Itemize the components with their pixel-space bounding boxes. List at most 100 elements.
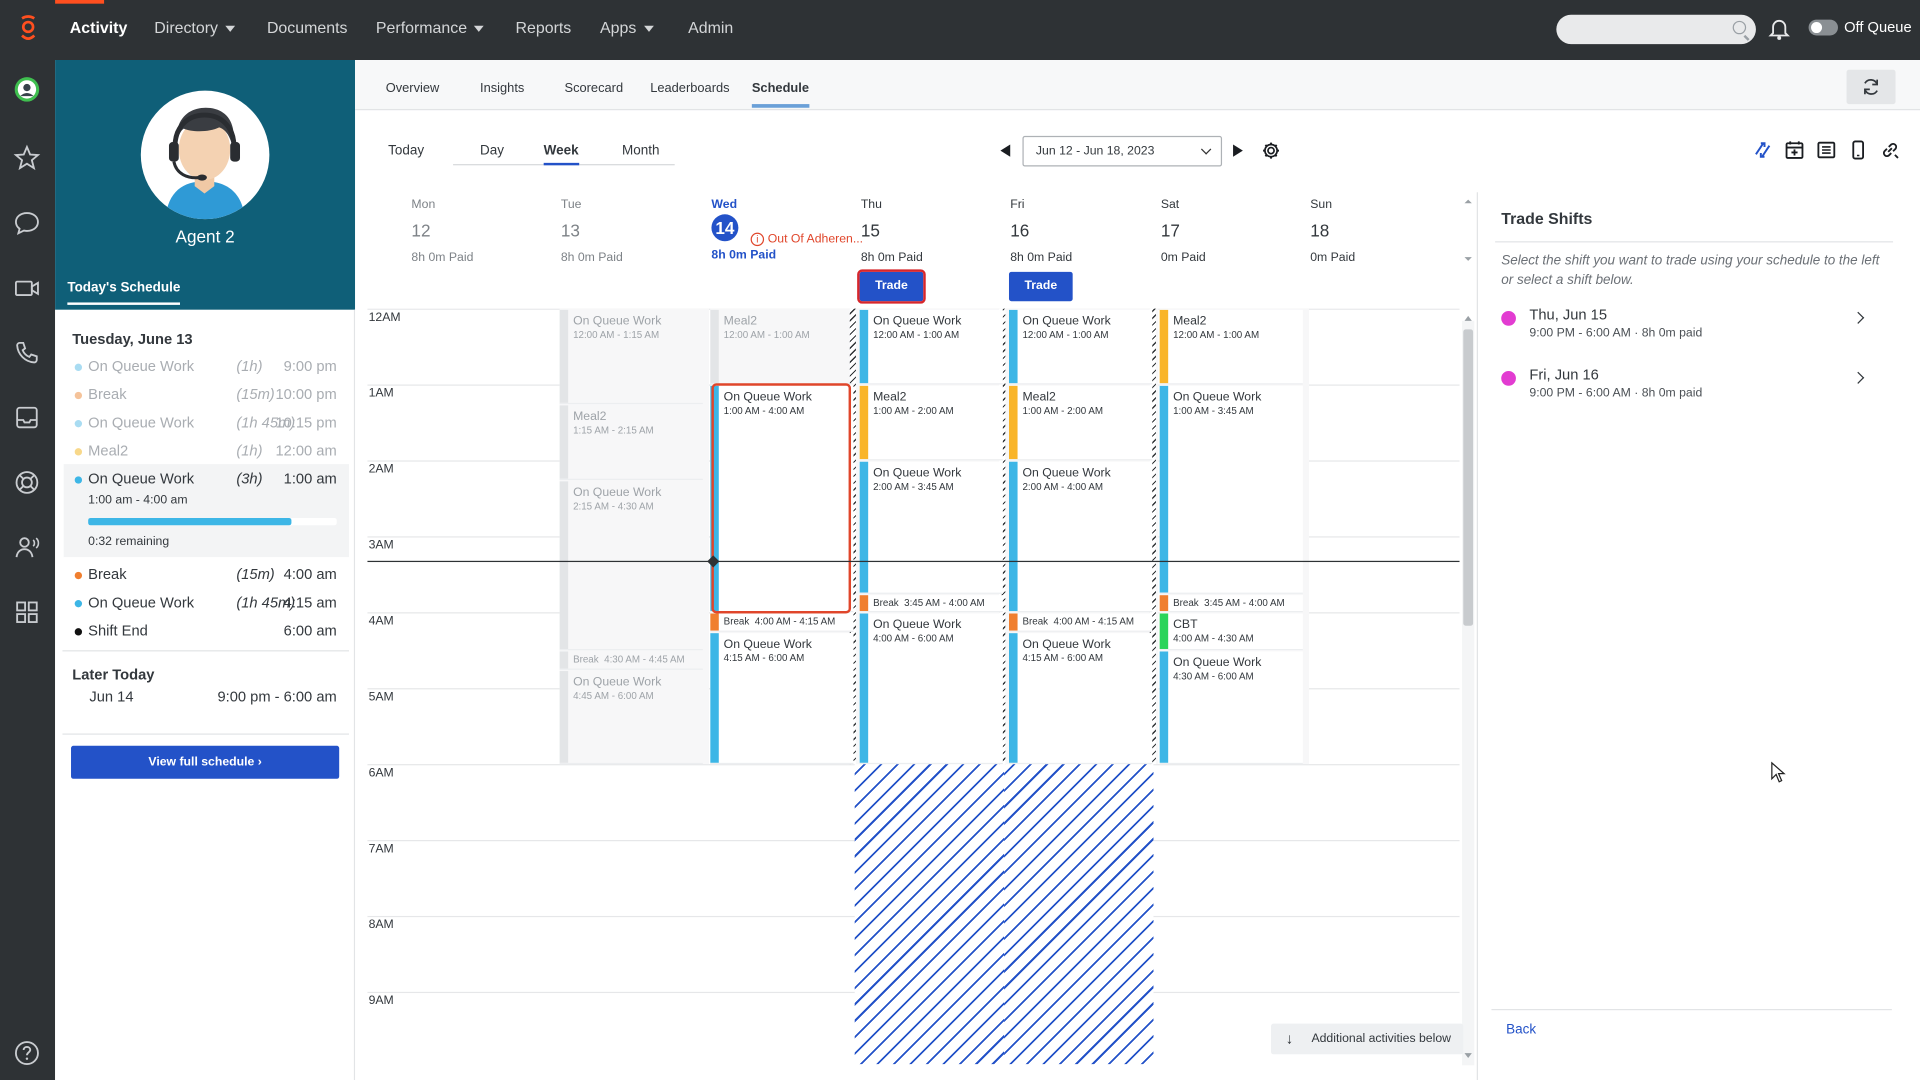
schedule-activity-block[interactable]: On Queue Work 4:30 AM - 6:00 AM [1159,651,1303,765]
schedule-activity-block[interactable]: On Queue Work 12:00 AM - 1:15 AM [559,309,703,404]
activity-name: On Queue Work [88,357,195,375]
activity-time: 12:00 AM - 1:00 AM [873,329,960,341]
activity-color-bar [1159,651,1169,763]
list-view-icon[interactable] [1816,140,1837,161]
schedule-activity-block[interactable]: On Queue Work 12:00 AM - 1:00 AM [859,309,1003,385]
nav-performance[interactable]: Performance [376,18,485,37]
day-header-fri[interactable]: Fri 16 8h 0m Paid [1010,198,1145,264]
genesys-logo-icon[interactable] [15,15,42,44]
schedule-activity-block[interactable]: Break 3:45 AM - 4:00 AM [859,594,1003,613]
schedule-activity-block[interactable]: Break 4:30 AM - 4:45 AM [559,651,703,670]
activity-name: On Queue Work [1173,656,1262,670]
trade-shift-option[interactable]: Thu, Jun 15 9:00 PM - 6:00 AM · 8h 0m pa… [1501,306,1881,353]
back-link[interactable]: Back [1506,1022,1536,1037]
activity-color-bar [1159,594,1169,612]
schedule-activity-block[interactable]: Break 4:00 AM - 4:15 AM [1008,613,1153,632]
mobile-icon[interactable] [1848,140,1869,161]
gear-icon[interactable] [1261,141,1281,161]
day-header-tue[interactable]: Tue 13 8h 0m Paid [561,198,696,264]
tab-scorecard[interactable]: Scorecard [564,81,623,96]
apps-grid-icon[interactable] [13,599,40,626]
activity-color-bar [859,613,869,763]
nav-admin[interactable]: Admin [688,18,733,36]
day-header-wed[interactable]: Wed 14 8h 0m Paid i Out Of Adheren... [711,198,863,262]
activity-time: 2:00 AM - 4:00 AM [1022,481,1104,493]
schedule-activity-block[interactable]: Meal2 1:00 AM - 2:00 AM [859,385,1003,461]
link-icon[interactable] [1880,140,1901,161]
inbox-icon[interactable] [13,404,40,431]
trade-shift-option[interactable]: Fri, Jun 16 9:00 PM - 6:00 AM · 8h 0m pa… [1501,366,1881,413]
refresh-button[interactable] [1846,69,1896,105]
trade-button-fri[interactable]: Trade [1008,271,1073,302]
queue-status-label: Off Queue [1844,18,1912,36]
day-header-thu[interactable]: Thu 15 8h 0m Paid [861,198,996,264]
trade-shift-icon[interactable] [1752,140,1773,161]
out-of-adherence-alert[interactable]: i Out Of Adheren... [750,232,863,247]
schedule-activity-block[interactable]: On Queue Work 4:00 AM - 6:00 AM [859,613,1003,765]
schedule-activity-block[interactable]: On Queue Work 2:00 AM - 3:45 AM [859,461,1003,594]
day-number: 17 [1160,220,1180,241]
day-header-sun[interactable]: Sun 18 0m Paid [1310,198,1445,264]
nav-reports[interactable]: Reports [516,18,572,36]
nav-activity[interactable]: Activity [70,18,128,36]
schedule-activity-block[interactable]: On Queue Work 2:15 AM - 4:30 AM [559,480,703,651]
next-week-arrow-icon[interactable] [1233,144,1243,157]
support-icon[interactable] [13,469,40,496]
tab-overview[interactable]: Overview [386,81,440,96]
contacts-icon[interactable] [13,534,40,561]
schedule-activity-block[interactable]: On Queue Work 4:45 AM - 6:00 AM [559,670,703,765]
bell-icon[interactable] [1768,16,1790,40]
hour-label: 7AM [368,842,394,856]
schedule-activity-block[interactable]: Meal2 1:15 AM - 2:15 AM [559,404,703,480]
nav-documents[interactable]: Documents [267,18,348,36]
tab-week[interactable]: Week [543,143,579,166]
schedule-activity-block[interactable]: On Queue Work 2:00 AM - 4:00 AM [1008,461,1153,613]
chat-bubble-icon[interactable] [13,209,40,236]
today-button[interactable]: Today [388,143,424,158]
video-icon[interactable] [13,274,40,301]
previous-week-arrow-icon[interactable] [1000,144,1011,157]
header-scroll-arrows-icon[interactable] [1463,197,1473,266]
hour-label: 9AM [368,994,394,1008]
queue-toggle[interactable] [1808,19,1838,36]
trade-button-thu[interactable]: Trade [857,269,926,304]
additional-activities-below-button[interactable]: ↓ Additional activities below [1271,1023,1464,1055]
schedule-activity-block[interactable]: On Queue Work 4:15 AM - 6:00 AM [710,632,854,765]
shift-time: 9:00 PM - 6:00 AM · 8h 0m paid [1529,326,1703,341]
global-search-input[interactable] [1556,14,1756,45]
activity-time: 1:15 AM - 2:15 AM [573,424,654,436]
scroll-down-arrow-icon[interactable] [1463,1052,1473,1059]
activity-time: 4:15 AM - 6:00 AM [723,652,805,664]
tab-schedule[interactable]: Schedule [751,81,810,108]
scrollbar-thumb[interactable] [1463,329,1474,626]
schedule-activity-block[interactable]: Meal2 12:00 AM - 1:00 AM [1159,309,1303,385]
schedule-activity-block[interactable]: Break 3:45 AM - 4:00 AM [1159,594,1303,613]
tab-insights[interactable]: Insights [480,81,524,96]
tab-month[interactable]: Month [622,143,659,158]
activity-time: 12:00 AM - 1:00 AM [1022,329,1109,341]
view-full-schedule-button[interactable]: View full schedule › [71,745,340,779]
day-header-sat[interactable]: Sat 17 0m Paid [1161,198,1296,264]
tab-leaderboards[interactable]: Leaderboards [650,81,729,96]
help-icon[interactable] [13,1040,40,1067]
schedule-activity-block[interactable]: Meal2 1:00 AM - 2:00 AM [1008,385,1153,461]
tab-day[interactable]: Day [480,143,504,158]
schedule-activity-block[interactable]: On Queue Work 12:00 AM - 1:00 AM [1008,309,1153,385]
activity-label: Break 3:45 AM - 4:00 AM [873,597,985,608]
favorites-star-icon[interactable] [13,144,41,171]
tab-todays-schedule[interactable]: Today's Schedule [67,280,181,305]
schedule-activity-block[interactable]: Break 4:00 AM - 4:15 AM [710,613,854,632]
date-range-select[interactable]: Jun 12 - Jun 18, 2023 [1022,135,1223,167]
schedule-activity-block[interactable]: Meal2 12:00 AM - 1:00 AM [710,309,854,385]
status-avatar-icon[interactable] [13,76,40,103]
add-calendar-icon[interactable] [1784,140,1805,161]
schedule-list-item: On Queue Work (3h) 1:00 am [72,470,339,494]
schedule-activity-block[interactable]: On Queue Work 4:15 AM - 6:00 AM [1008,632,1153,765]
schedule-activity-block[interactable]: CBT 4:00 AM - 4:30 AM [1159,613,1303,651]
nav-directory[interactable]: Directory [154,18,236,37]
nav-apps[interactable]: Apps [600,18,654,37]
phone-icon[interactable] [13,339,40,366]
day-header-mon[interactable]: Mon 12 8h 0m Paid [411,198,546,264]
scroll-up-arrow-icon[interactable] [1463,315,1473,322]
schedule-activity-block[interactable]: On Queue Work 1:00 AM - 3:45 AM [1159,385,1303,594]
